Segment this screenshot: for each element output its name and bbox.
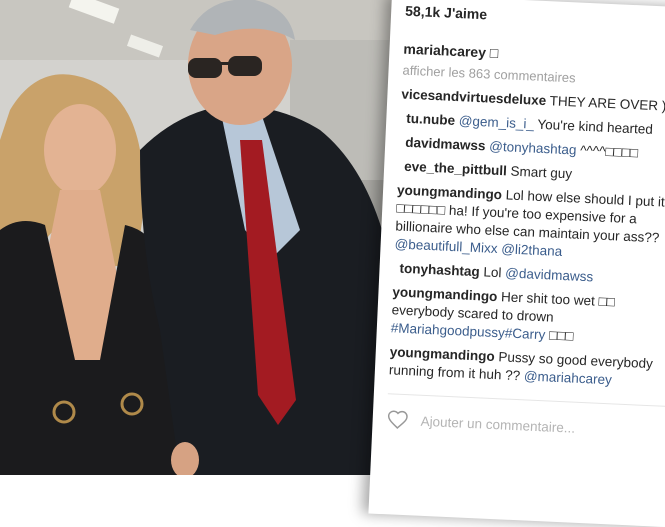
comment-username[interactable]: vicesandvirtuesdeluxe [401,87,546,109]
comment-mention-link[interactable]: @davidmawss [505,265,594,284]
comment-username[interactable]: youngmandingo [389,344,495,364]
comment-text: You're kind hearted [533,116,654,137]
post-photo [0,0,425,475]
add-comment-input[interactable]: Ajouter un commentaire... [420,413,575,435]
comment-username[interactable]: youngmandingo [392,284,498,304]
comments-panel: 58,1k J'aime mariahcarey □ afficher les … [368,0,665,527]
comment-item: youngmandingo Lol how else should I put … [394,181,665,266]
comment-mention-link[interactable]: @mariahcarey [524,368,613,387]
comment-username[interactable]: eve_the_pittbull [404,159,507,179]
comment-text: Smart guy [506,163,573,182]
comment-item: youngmandingo Her shit too wet □□ everyb… [390,283,665,350]
comments-panel-inner: 58,1k J'aime mariahcarey □ afficher les … [386,3,665,443]
comment-text: ^^^^□□□□ [576,142,639,161]
comment-text: Lol [479,264,506,281]
likes-count: 58,1k J'aime [404,2,488,23]
comment-text-tail: □□□ [544,327,574,344]
comment-hashtag-link[interactable]: #Mariahgoodpussy#Carry [391,320,546,342]
add-comment-row: Ajouter un commentaire... [386,394,665,443]
photo-illustration [0,0,425,475]
comment-item: youngmandingo Pussy so good everybody ru… [389,343,665,392]
comment-mention-link[interactable]: @tonyhashtag [485,138,577,158]
caption-author-link[interactable]: mariahcarey [403,41,486,61]
comment-username[interactable]: tu.nube [406,111,455,128]
comment-username[interactable]: davidmawss [405,135,486,154]
comment-mention-link[interactable]: @gem_is_i_ [455,113,534,131]
comment-username[interactable]: youngmandingo [397,182,503,202]
comment-text: THEY ARE OVER ): [545,93,665,114]
comment-username[interactable]: tonyhashtag [399,261,480,280]
caption-text: □ [485,44,499,61]
heart-icon[interactable] [386,408,409,431]
